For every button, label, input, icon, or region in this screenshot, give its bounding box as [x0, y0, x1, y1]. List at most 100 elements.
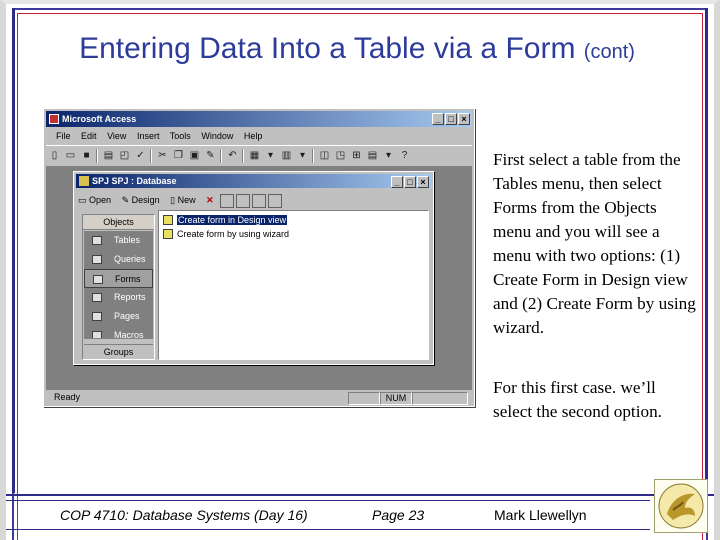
maximize-button[interactable]: □: [445, 113, 457, 125]
close-button[interactable]: ×: [458, 113, 470, 125]
print-icon[interactable]: ▤: [102, 149, 115, 162]
slide-title-suffix: (cont): [583, 41, 635, 63]
object-pages[interactable]: Pages: [84, 307, 153, 326]
large-icons-view-icon[interactable]: [220, 193, 235, 208]
form-icon: [93, 275, 103, 284]
object-pages-label: Pages: [114, 311, 140, 321]
undo-icon[interactable]: ↶: [226, 149, 239, 162]
university-logo: [654, 479, 708, 533]
db-maximize-button[interactable]: □: [404, 176, 416, 188]
status-ready: Ready: [54, 392, 81, 402]
object-queries[interactable]: Queries: [84, 250, 153, 269]
database-window: SPJ SPJ : Database _ □ × ▭ Open ✎ Design ▯…: [73, 171, 434, 365]
menu-file[interactable]: File: [56, 131, 71, 141]
delete-icon[interactable]: ✕: [206, 195, 214, 205]
table-icon: [92, 236, 102, 245]
object-reports-label: Reports: [114, 292, 146, 302]
menu-tools[interactable]: Tools: [170, 131, 191, 141]
format-painter-icon[interactable]: ✎: [204, 149, 217, 162]
menu-edit[interactable]: Edit: [81, 131, 97, 141]
objects-header[interactable]: Objects: [83, 215, 154, 230]
db-minimize-button[interactable]: _: [391, 176, 403, 188]
object-tables[interactable]: Tables: [84, 231, 153, 250]
dropdown-arrow-icon[interactable]: ▾: [264, 149, 277, 162]
new-icon[interactable]: ▯: [48, 149, 61, 162]
print-preview-icon[interactable]: ◰: [118, 149, 131, 162]
toolbar-separator: [312, 149, 314, 163]
copy-icon[interactable]: ❐: [172, 149, 185, 162]
menu-window[interactable]: Window: [201, 131, 233, 141]
create-form-design-view-item[interactable]: Create form in Design view: [163, 214, 288, 226]
spelling-icon[interactable]: ✓: [134, 149, 147, 162]
macro-icon: [92, 331, 102, 338]
groups-bar[interactable]: Groups: [84, 344, 153, 359]
page-icon: [92, 312, 102, 321]
menu-view[interactable]: View: [107, 131, 126, 141]
menu-insert[interactable]: Insert: [137, 131, 160, 141]
access-titlebar: Microsoft Access _ □ ×: [46, 111, 472, 127]
object-macros[interactable]: Macros: [84, 326, 153, 338]
code-icon[interactable]: ◫: [318, 149, 331, 162]
access-toolbar: ▯ ▭ ■ ▤ ◰ ✓ ✂ ❐ ▣ ✎ ↶ ▦ ▾ ▥ ▾ ◫ ◳ ⊞ ▤ ▾?: [46, 145, 472, 167]
open-button-label: Open: [89, 195, 112, 205]
properties-icon[interactable]: ◳: [334, 149, 347, 162]
dropdown-arrow-icon[interactable]: ▾: [296, 149, 309, 162]
menu-help[interactable]: Help: [244, 131, 263, 141]
access-title: Microsoft Access: [62, 114, 137, 124]
toolbar-separator: [150, 149, 152, 163]
object-tables-label: Tables: [114, 235, 141, 245]
access-statusbar: Ready NUM: [46, 391, 472, 405]
access-key-icon: [49, 114, 59, 124]
open-button[interactable]: ▭ Open: [78, 195, 115, 205]
new-button-label: New: [177, 195, 196, 205]
object-forms-label: Forms: [115, 274, 141, 284]
minimize-button[interactable]: _: [432, 113, 444, 125]
object-macros-label: Macros: [114, 330, 144, 338]
open-icon[interactable]: ▭: [64, 149, 77, 162]
create-form-wizard-label: Create form by using wizard: [177, 229, 290, 239]
office-links-icon[interactable]: ▦: [248, 149, 261, 162]
toolbar-separator: [220, 149, 222, 163]
toolbar-separator: [96, 149, 98, 163]
small-icons-view-icon[interactable]: [236, 193, 251, 208]
report-icon: [92, 293, 102, 302]
object-reports[interactable]: Reports: [84, 288, 153, 307]
frame-left-rule: [12, 8, 15, 493]
design-view-icon: [163, 215, 173, 225]
access-menubar: File Edit View Insert Tools Window Help: [46, 129, 472, 143]
help-icon[interactable]: ?: [398, 149, 411, 162]
save-icon[interactable]: ■: [80, 149, 93, 162]
slide-title-main: Entering Data Into a Table via a Form: [79, 32, 576, 65]
new-button[interactable]: ▯ New: [170, 195, 199, 205]
database-toolbar: ▭ Open ✎ Design ▯ New ✕: [78, 192, 429, 208]
database-titlebar: SPJ SPJ : Database _ □ ×: [76, 174, 431, 188]
pegasus-logo-icon: [658, 483, 704, 529]
relationships-icon[interactable]: ⊞: [350, 149, 363, 162]
database-icon: [79, 176, 89, 186]
list-view-icon[interactable]: [252, 193, 267, 208]
cut-icon[interactable]: ✂: [156, 149, 169, 162]
wizard-icon: [163, 229, 173, 239]
design-button-label: Design: [131, 195, 160, 205]
footer-course: COP 4710: Database Systems (Day 16): [60, 507, 308, 523]
object-forms[interactable]: Forms: [84, 269, 153, 288]
slide-footer: COP 4710: Database Systems (Day 16) Page…: [0, 494, 720, 540]
status-cell: [412, 392, 468, 405]
footer-author: Mark Llewellyn: [494, 507, 587, 523]
paste-icon[interactable]: ▣: [188, 149, 201, 162]
analyze-icon[interactable]: ▥: [280, 149, 293, 162]
frame-right-rule: [705, 8, 708, 493]
database-title: SPJ SPJ : Database: [92, 176, 177, 186]
create-form-wizard-item[interactable]: Create form by using wizard: [163, 228, 289, 240]
access-window: Microsoft Access _ □ × File Edit View Inse…: [43, 108, 475, 407]
design-button[interactable]: ✎ Design: [122, 195, 164, 205]
objects-list: Tables Queries Forms Reports Pages Macro…: [84, 231, 153, 339]
details-view-icon[interactable]: [268, 193, 283, 208]
slide-title: Entering Data Into a Table via a Form (c…: [0, 32, 714, 66]
status-cell: [348, 392, 380, 405]
objects-bar: Objects Tables Queries Forms Reports Pag…: [82, 214, 155, 360]
toolbar-separator: [242, 149, 244, 163]
new-object-icon[interactable]: ▤: [366, 149, 379, 162]
dropdown-arrow-icon[interactable]: ▾: [382, 149, 395, 162]
db-close-button[interactable]: ×: [417, 176, 429, 188]
